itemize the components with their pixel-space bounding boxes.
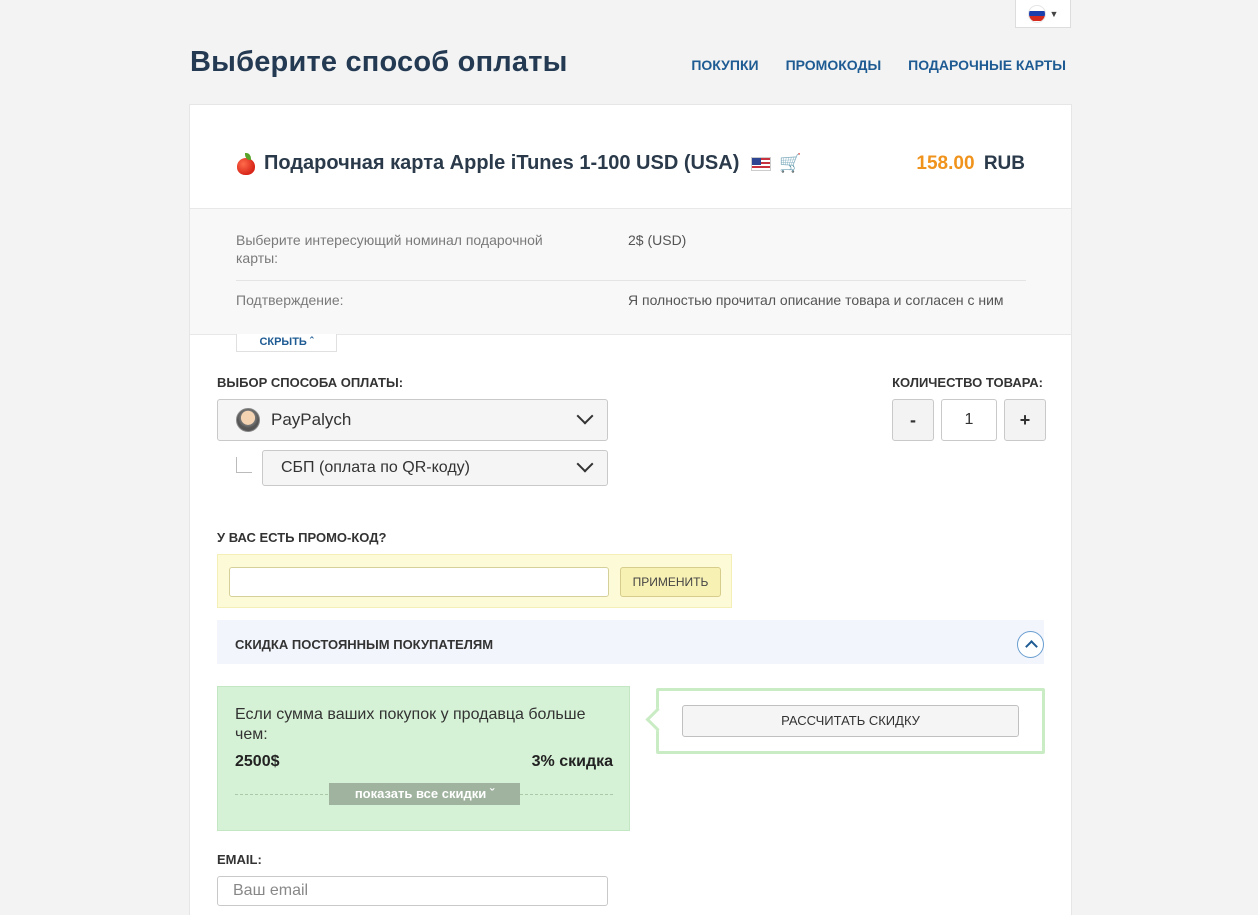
apply-promo-button[interactable]: ПРИМЕНИТЬ — [620, 567, 721, 597]
product-price: 158.00 RUB — [916, 153, 1025, 175]
discount-text: Если сумма ваших покупок у продавца боль… — [235, 706, 586, 743]
product-title: Подарочная карта Apple iTunes 1-100 USD … — [236, 152, 802, 175]
cart-icon: 🛒 — [779, 153, 802, 173]
discount-info-box: Если сумма ваших покупок у продавца боль… — [217, 686, 630, 831]
option-label: Выберите интересующий номинал подарочной… — [236, 232, 543, 266]
loyalty-discount-header[interactable]: СКИДКА ПОСТОЯННЫМ ПОКУПАТЕЛЯМ — [217, 620, 1044, 664]
chevron-down-icon — [576, 455, 594, 473]
promo-box: ПРИМЕНИТЬ — [217, 554, 732, 608]
us-flag-icon — [751, 156, 772, 171]
promo-label: У ВАС ЕСТЬ ПРОМО-КОД? — [217, 530, 387, 545]
calc-discount-box: РАССЧИТАТЬ СКИДКУ — [656, 688, 1045, 754]
option-value: 2$ (USD) — [628, 232, 687, 248]
payment-method-value: PayPalych — [271, 410, 352, 429]
nav-gift-cards[interactable]: ПОДАРОЧНЫЕ КАРТЫ — [908, 57, 1066, 73]
payment-label: ВЫБОР СПОСОБА ОПЛАТЫ: — [217, 375, 404, 390]
nav-promocodes[interactable]: ПРОМОКОДЫ — [786, 57, 882, 73]
show-all-discounts-button[interactable]: показать все скидки ˇ — [329, 783, 520, 805]
option-row: Выберите интересующий номинал подарочной… — [236, 231, 1026, 281]
quantity-input[interactable] — [941, 399, 997, 441]
chevron-down-icon: ▼ — [1049, 8, 1059, 19]
email-label: EMAIL: — [217, 852, 262, 867]
quantity-stepper: - + — [892, 399, 1046, 441]
flag-ru-icon — [1027, 4, 1046, 23]
checkout-card: Подарочная карта Apple iTunes 1-100 USD … — [189, 104, 1072, 915]
chevron-up-icon: ˆ — [309, 336, 314, 348]
nav-purchases[interactable]: ПОКУПКИ — [691, 57, 758, 73]
option-value: Я полностью прочитал описание товара и с… — [628, 292, 1004, 308]
language-switcher[interactable]: ▼ — [1015, 0, 1071, 28]
quantity-label: КОЛИЧЕСТВО ТОВАРА: — [892, 375, 1043, 390]
show-all-label: показать все скидки — [354, 786, 487, 801]
collapse-chevron-up-icon[interactable] — [1017, 631, 1044, 658]
paypalych-logo-icon — [236, 408, 260, 432]
hide-label: СКРЫТЬ — [259, 336, 307, 348]
email-input[interactable] — [217, 876, 608, 906]
payment-submethod-select[interactable]: СБП (оплата по QR-коду) — [262, 450, 608, 486]
tree-connector-icon — [236, 457, 252, 473]
discount-threshold: 2500$ — [235, 753, 280, 770]
chevron-down-icon — [576, 407, 594, 425]
option-label: Подтверждение: — [236, 292, 344, 308]
price-currency: RUB — [983, 153, 1025, 174]
payment-method-select[interactable]: PayPalych — [217, 399, 608, 441]
product-options: Выберите интересующий номинал подарочной… — [190, 209, 1071, 335]
apple-icon — [236, 152, 256, 175]
top-nav: ПОКУПКИ ПРОМОКОДЫ ПОДАРОЧНЫЕ КАРТЫ — [691, 57, 1066, 73]
hide-options-toggle[interactable]: СКРЫТЬ ˆ — [236, 334, 337, 352]
promo-code-input[interactable] — [229, 567, 609, 597]
quantity-minus-button[interactable]: - — [892, 399, 934, 441]
product-header: Подарочная карта Apple iTunes 1-100 USD … — [190, 105, 1071, 209]
payment-submethod-value: СБП (оплата по QR-коду) — [281, 459, 470, 476]
product-title-text: Подарочная карта Apple iTunes 1-100 USD … — [264, 152, 740, 174]
quantity-plus-button[interactable]: + — [1004, 399, 1046, 441]
loyalty-title: СКИДКА ПОСТОЯННЫМ ПОКУПАТЕЛЯМ — [235, 637, 494, 652]
discount-percent: 3% скидка — [531, 753, 613, 770]
chevron-down-icon: ˇ — [489, 786, 495, 801]
price-value: 158.00 — [916, 153, 975, 174]
calculate-discount-button[interactable]: РАССЧИТАТЬ СКИДКУ — [682, 705, 1019, 737]
page-title: Выберите способ оплаты — [190, 46, 568, 78]
